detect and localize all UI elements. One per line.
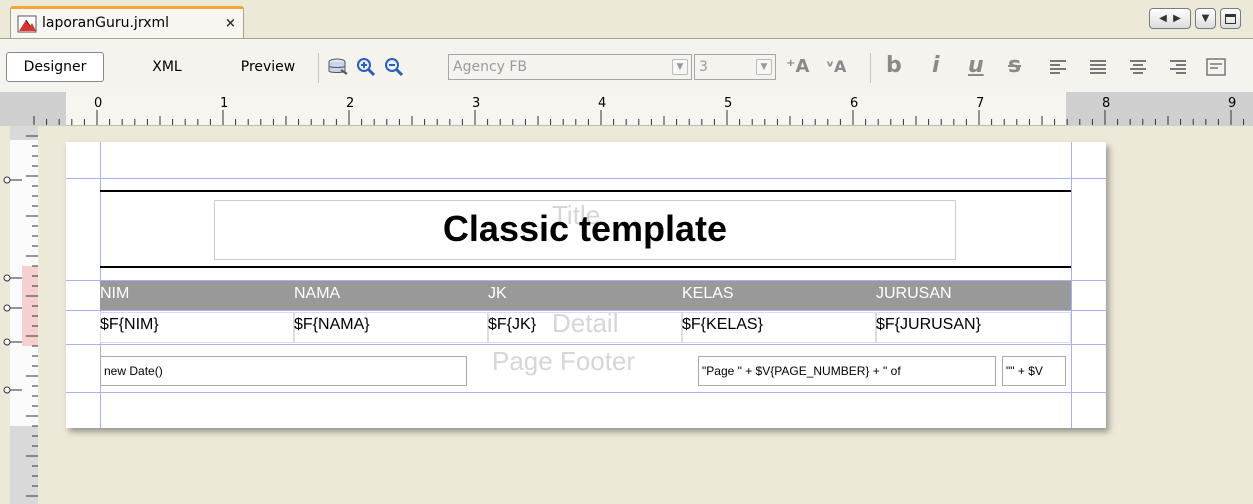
chevron-down-icon[interactable]: ▼	[672, 59, 688, 75]
toolbar-separator	[870, 53, 871, 83]
font-family-value: Agency FB	[453, 59, 528, 75]
horizontal-ruler-ticks: 0 1 2 3 4 5 6 7 8 9	[0, 92, 1253, 126]
chevron-right-icon[interactable]: ▶	[1173, 13, 1181, 24]
toolbar-separator	[318, 53, 319, 83]
tab-preview[interactable]: Preview	[228, 52, 308, 82]
footer-page-number-field[interactable]: "Page " + $V{PAGE_NUMBER} + " of	[698, 356, 996, 386]
report-title[interactable]: Classic template	[214, 208, 956, 250]
increase-font-icon[interactable]: ⁺A	[786, 56, 809, 77]
detail-field-nama[interactable]: $F{NAMA}	[294, 316, 370, 334]
align-center-icon[interactable]	[1126, 55, 1150, 79]
chevron-left-icon[interactable]: ◀	[1159, 13, 1167, 24]
datasource-icon[interactable]	[326, 55, 350, 79]
detail-field-kelas[interactable]: $F{KELAS}	[682, 316, 763, 334]
zoom-out-icon[interactable]	[382, 55, 406, 79]
ruler-label: 4	[598, 96, 606, 111]
page-footer-band-label: Page Footer	[492, 346, 636, 376]
close-icon[interactable]: ×	[225, 16, 236, 31]
ruler-label: 0	[94, 96, 102, 111]
tab-xml[interactable]: XML	[142, 52, 192, 82]
tab-laporanguru[interactable]: laporanGuru.jrxml ×	[10, 6, 244, 38]
detail-field-nim[interactable]: $F{NIM}	[100, 316, 159, 334]
text-box-icon[interactable]	[1204, 55, 1228, 79]
designer-toolbar: Designer XML Preview Agency FB ▼ 3 ▼ ⁺A	[0, 38, 1253, 92]
band-guide	[66, 178, 1106, 179]
chevron-down-icon[interactable]: ▼	[756, 59, 772, 75]
decrease-font-icon[interactable]: ᵛA	[826, 57, 846, 76]
align-left-icon[interactable]	[1046, 55, 1070, 79]
font-size-value: 3	[699, 59, 708, 75]
detail-field-jurusan[interactable]: $F{JURUSAN}	[876, 316, 981, 334]
footer-date-field[interactable]: new Date()	[100, 356, 467, 386]
report-page[interactable]: Title Detail Page Footer Classic templat…	[66, 142, 1106, 428]
band-guide	[66, 392, 1106, 393]
ruler-label: 3	[472, 96, 480, 111]
strikethrough-icon[interactable]: s	[1008, 53, 1021, 78]
ruler-label: 1	[220, 96, 228, 111]
maximize-icon[interactable]	[1220, 8, 1241, 29]
align-justify-icon[interactable]	[1086, 55, 1110, 79]
column-header-jk[interactable]: JK	[488, 285, 507, 303]
detail-field-jk[interactable]: $F{JK}	[488, 316, 536, 334]
ruler-label: 6	[850, 96, 858, 111]
jasper-report-icon	[17, 15, 37, 33]
column-header-jurusan[interactable]: JURUSAN	[876, 285, 952, 303]
font-size-select[interactable]: 3 ▼	[694, 54, 776, 80]
bold-icon[interactable]: b	[886, 53, 902, 78]
report-canvas[interactable]: Title Detail Page Footer Classic templat…	[44, 126, 1253, 504]
column-header-nim[interactable]: NIM	[100, 285, 129, 303]
ruler-label: 2	[346, 96, 354, 111]
right-margin-guide	[1071, 142, 1072, 428]
underline-icon[interactable]: u	[968, 53, 984, 78]
tab-label: laporanGuru.jrxml	[42, 15, 170, 31]
window-controls: ◀ ▶ ▼	[1149, 8, 1241, 29]
title-top-line[interactable]	[100, 190, 1071, 192]
ruler-label: 7	[976, 96, 984, 111]
zoom-in-icon[interactable]	[354, 55, 378, 79]
footer-total-pages-field[interactable]: "" + $V	[1002, 356, 1066, 386]
ruler-label: 5	[724, 96, 732, 111]
tab-list-dropdown-icon[interactable]: ▼	[1195, 8, 1216, 29]
vertical-ruler	[0, 126, 44, 504]
band-guide	[66, 344, 1106, 345]
horizontal-ruler: 0 1 2 3 4 5 6 7 8 9	[0, 92, 1253, 126]
tab-designer[interactable]: Designer	[6, 52, 104, 82]
vertical-ruler-ticks	[3, 126, 38, 504]
ruler-label: 9	[1228, 96, 1236, 111]
column-header-nama[interactable]: NAMA	[294, 285, 340, 303]
column-header-kelas[interactable]: KELAS	[682, 285, 734, 303]
align-right-icon[interactable]	[1166, 55, 1190, 79]
italic-icon[interactable]: i	[932, 53, 940, 78]
ruler-label: 8	[1102, 96, 1110, 111]
title-bottom-line[interactable]	[100, 266, 1071, 268]
font-family-select[interactable]: Agency FB ▼	[448, 54, 692, 80]
editor-tab-strip: laporanGuru.jrxml × ◀ ▶ ▼	[0, 0, 1253, 38]
scroll-tabs-buttons[interactable]: ◀ ▶	[1149, 8, 1191, 29]
